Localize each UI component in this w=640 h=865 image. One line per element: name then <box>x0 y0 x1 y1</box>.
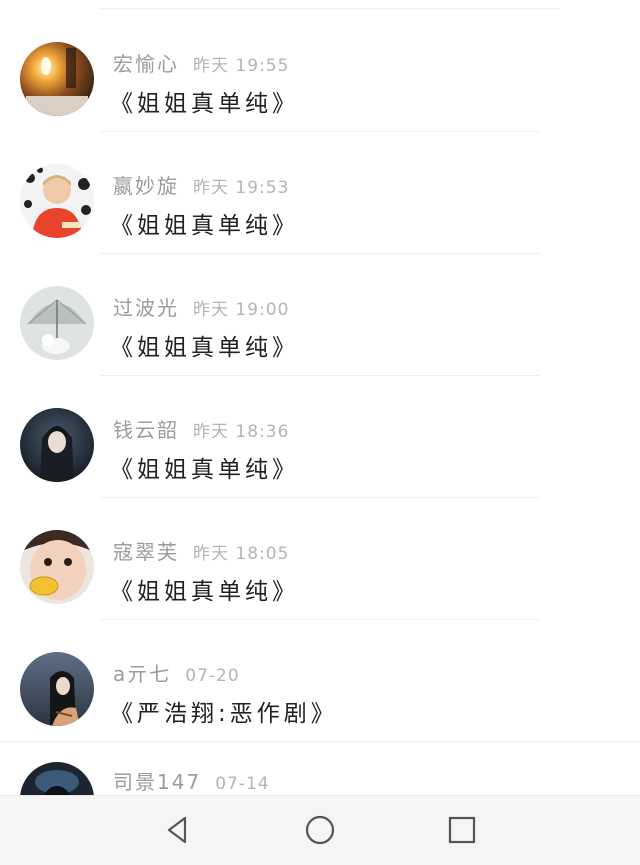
home-button[interactable] <box>300 810 340 850</box>
timestamp: 07-20 <box>185 666 240 686</box>
child-red-shirt-avatar <box>20 164 94 238</box>
avatar[interactable] <box>20 42 94 116</box>
avatar[interactable] <box>20 762 94 795</box>
candle-photo-avatar <box>20 42 94 116</box>
avatar[interactable] <box>20 530 94 604</box>
comment-meta: 寇翠芙 昨天 18:05 <box>113 536 289 564</box>
comment-meta: 钱云韶 昨天 18:36 <box>113 414 289 442</box>
girl-black-hair-avatar <box>20 652 94 726</box>
avatar[interactable] <box>20 286 94 360</box>
anime-girl-avatar <box>20 408 94 482</box>
comment-item[interactable]: 宏愉心 昨天 19:55 《姐姐真单纯》 <box>0 10 640 132</box>
comment-item[interactable]: 寇翠芙 昨天 18:05 《姐姐真单纯》 <box>0 498 640 620</box>
recents-square-icon <box>448 816 476 844</box>
comment-meta: 过波光 昨天 19:00 <box>113 292 289 320</box>
username[interactable]: 钱云韶 <box>113 418 179 442</box>
avatar[interactable] <box>20 164 94 238</box>
username[interactable]: 过波光 <box>113 296 179 320</box>
timestamp: 昨天 18:05 <box>193 544 290 564</box>
timestamp: 07-14 <box>215 774 270 794</box>
comment-meta: 宏愉心 昨天 19:55 <box>113 48 289 76</box>
comment-screen: 宏愉心 昨天 19:55 《姐姐真单纯》 嬴妙旋 昨天 19:53 《姐姐真单纯… <box>0 0 640 865</box>
baby-corn-avatar <box>20 530 94 604</box>
comment-text: 《姐姐真单纯》 <box>110 335 299 361</box>
username[interactable]: 寇翠芙 <box>113 540 179 564</box>
comment-meta: a亓七 07-20 <box>113 658 240 686</box>
avatar[interactable] <box>20 408 94 482</box>
username[interactable]: 嬴妙旋 <box>113 174 179 198</box>
username[interactable]: 宏愉心 <box>113 52 179 76</box>
comment-text: 《姐姐真单纯》 <box>110 91 299 117</box>
timestamp: 昨天 18:36 <box>193 422 290 442</box>
timestamp: 昨天 19:00 <box>193 300 290 320</box>
comment-meta: 嬴妙旋 昨天 19:53 <box>113 170 289 198</box>
comment-list[interactable]: 宏愉心 昨天 19:55 《姐姐真单纯》 嬴妙旋 昨天 19:53 《姐姐真单纯… <box>0 0 640 795</box>
navigation-bar <box>0 795 640 865</box>
comment-item[interactable]: 过波光 昨天 19:00 《姐姐真单纯》 <box>0 254 640 376</box>
home-circle-icon <box>305 815 335 845</box>
comment-item[interactable]: 钱云韶 昨天 18:36 《姐姐真单纯》 <box>0 376 640 498</box>
comment-text: 《姐姐真单纯》 <box>110 457 299 483</box>
comment-meta: 司景147 07-14 <box>113 766 270 794</box>
dark-photo-avatar <box>20 762 94 795</box>
divider <box>100 8 560 9</box>
timestamp: 昨天 19:53 <box>193 178 290 198</box>
recents-button[interactable] <box>442 810 482 850</box>
comment-item[interactable]: 嬴妙旋 昨天 19:53 《姐姐真单纯》 <box>0 132 640 254</box>
comment-text: 《姐姐真单纯》 <box>110 213 299 239</box>
timestamp: 昨天 19:55 <box>193 56 290 76</box>
back-button[interactable] <box>158 810 198 850</box>
comment-text: 《姐姐真单纯》 <box>110 579 299 605</box>
comment-item[interactable]: a亓七 07-20 《严浩翔:恶作剧》 <box>0 620 640 742</box>
username[interactable]: a亓七 <box>113 662 171 686</box>
comment-item[interactable]: 司景147 07-14 <box>0 742 640 795</box>
username[interactable]: 司景147 <box>113 770 201 794</box>
comment-text: 《严浩翔:恶作剧》 <box>110 701 338 727</box>
avatar[interactable] <box>20 652 94 726</box>
back-triangle-icon <box>167 816 187 844</box>
umbrella-photo-avatar <box>20 286 94 360</box>
